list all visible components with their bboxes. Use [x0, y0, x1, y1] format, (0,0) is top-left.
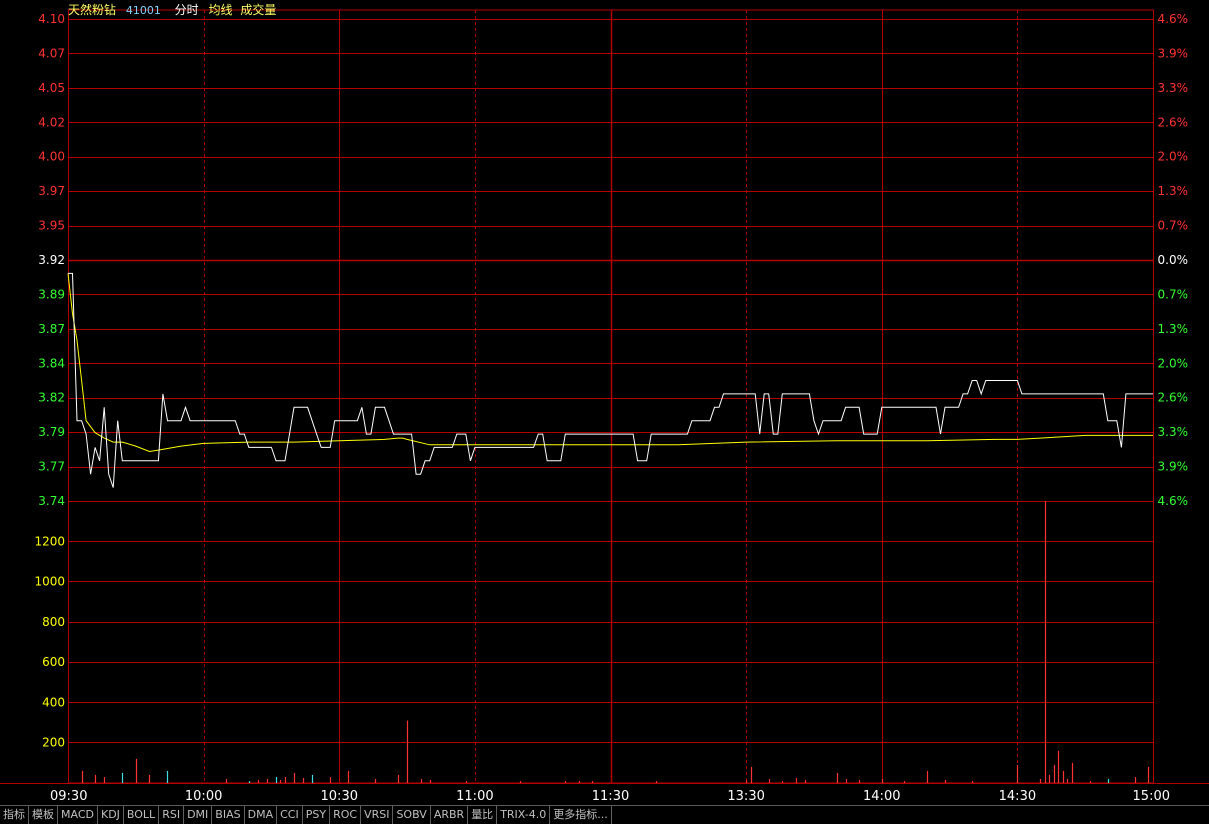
stock-code: 41001	[125, 4, 161, 17]
indicator-tab[interactable]: DMA	[245, 806, 278, 824]
price-tick-label: 3.74	[38, 494, 65, 508]
indicator-tab[interactable]: BIAS	[212, 806, 245, 824]
volume-label: 成交量	[240, 3, 277, 17]
percent-tick-label: 2.0%	[1158, 356, 1189, 370]
intraday-chart[interactable]: 4.10 4.07 4.05 4.02 4.00 3.97 3.95 3.92 3.89 3.87…	[0, 0, 1209, 805]
indicator-tab[interactable]: ROC	[330, 806, 362, 824]
time-tick-label: 11:00	[456, 789, 493, 804]
volume-tick-label: 1000	[34, 575, 65, 589]
percent-tick-label: 2.0%	[1158, 150, 1189, 164]
indicator-tab[interactable]: ARBR	[431, 806, 469, 824]
indicator-tab[interactable]: BOLL	[124, 806, 160, 824]
indicator-tab-bar: 指标 模板 MACD KDJ BOLL RSI DMI BIAS DMA CCI PSY ROC VRS…	[0, 805, 1209, 824]
indicator-tab[interactable]: TRIX-4.0	[497, 806, 551, 824]
price-tick-label: 3.97	[38, 184, 65, 198]
average-price-line	[67, 273, 1153, 453]
price-line	[68, 272, 1153, 488]
indicator-tab[interactable]: 更多指标...	[550, 806, 612, 824]
price-tick-label: 3.82	[38, 391, 65, 405]
time-tick-label: 15:00	[1133, 789, 1170, 804]
volume-tick-label: 1200	[34, 534, 65, 548]
percent-tick-label: 2.6%	[1158, 391, 1189, 405]
price-tick-label: 3.92	[38, 253, 65, 267]
percent-tick-label: 3.9%	[1158, 46, 1189, 60]
chart-type-label: 分时	[174, 3, 199, 17]
indicator-tab[interactable]: RSI	[159, 806, 185, 824]
percent-tick-label: 1.3%	[1158, 322, 1189, 336]
percent-axis-right: 4.6% 3.9% 3.3% 2.6% 2.0% 1.3% 0.7% 0.0% 0.7% 1.3%…	[1158, 12, 1189, 508]
percent-tick-label: 0.7%	[1158, 287, 1189, 301]
price-tick-label: 3.84	[38, 356, 65, 370]
time-tick-label: 10:00	[185, 789, 222, 804]
time-tick-label: 11:30	[592, 789, 629, 804]
volume-tick-label: 600	[42, 655, 65, 669]
price-tick-label: 3.89	[38, 287, 65, 301]
volume-tick-label: 400	[42, 695, 65, 709]
indicator-tab[interactable]: 量比	[468, 806, 498, 824]
volume-tick-label: 800	[42, 615, 65, 629]
indicator-tab[interactable]: DMI	[184, 806, 213, 824]
percent-tick-label: 3.3%	[1158, 81, 1189, 95]
percent-tick-label: 4.6%	[1158, 12, 1189, 26]
percent-tick-label: 0.7%	[1158, 219, 1189, 233]
indicator-tab[interactable]: KDJ	[98, 806, 124, 824]
volume-bars	[81, 501, 1150, 783]
percent-tick-label: 4.6%	[1158, 494, 1189, 508]
percent-tick-label: 0.0%	[1158, 253, 1189, 267]
price-tick-label: 3.87	[38, 322, 65, 336]
volume-tick-label: 200	[42, 736, 65, 750]
percent-tick-label: 3.9%	[1158, 460, 1189, 474]
volume-axis-left: 1200 1000 800 600 400 200	[34, 534, 65, 749]
stock-name: 天然粉钻	[68, 3, 117, 17]
percent-tick-label: 2.6%	[1158, 115, 1189, 129]
price-tick-label: 4.00	[38, 150, 65, 164]
time-tick-label: 10:30	[321, 789, 358, 804]
indicator-tab[interactable]: 指标	[0, 806, 29, 824]
time-tick-label: 14:00	[863, 789, 900, 804]
indicator-tab[interactable]: 模板	[29, 806, 58, 824]
time-tick-label: 13:30	[727, 789, 764, 804]
time-tick-label: 09:30	[50, 789, 87, 804]
price-tick-label: 3.79	[38, 425, 65, 439]
price-tick-label: 4.10	[38, 12, 65, 26]
indicator-tab[interactable]: PSY	[303, 806, 331, 824]
price-tick-label: 4.07	[38, 46, 65, 60]
indicator-tab[interactable]: SOBV	[393, 806, 431, 824]
percent-tick-label: 1.3%	[1158, 184, 1189, 198]
price-tick-label: 3.77	[38, 460, 65, 474]
time-axis: 09:30 10:00 10:30 11:00 11:30 13:30 14:00 14:30…	[50, 789, 1170, 804]
chart-grid	[0, 9, 1209, 784]
time-tick-label: 14:30	[999, 789, 1036, 804]
price-axis-left: 4.10 4.07 4.05 4.02 4.00 3.97 3.95 3.92 3.89 3.87…	[38, 12, 65, 508]
indicator-tab[interactable]: CCI	[277, 806, 303, 824]
chart-header: 天然粉钻 41001 分时 均线 成交量	[68, 2, 282, 18]
price-tick-label: 4.02	[38, 115, 65, 129]
avg-line-label: 均线	[208, 3, 233, 17]
average-line-group	[67, 273, 1153, 453]
percent-tick-label: 3.3%	[1158, 425, 1189, 439]
price-tick-label: 3.95	[38, 219, 65, 233]
indicator-tab[interactable]: MACD	[58, 806, 98, 824]
price-line-group	[68, 272, 1153, 488]
indicator-tab[interactable]: VRSI	[361, 806, 394, 824]
price-tick-label: 4.05	[38, 81, 65, 95]
